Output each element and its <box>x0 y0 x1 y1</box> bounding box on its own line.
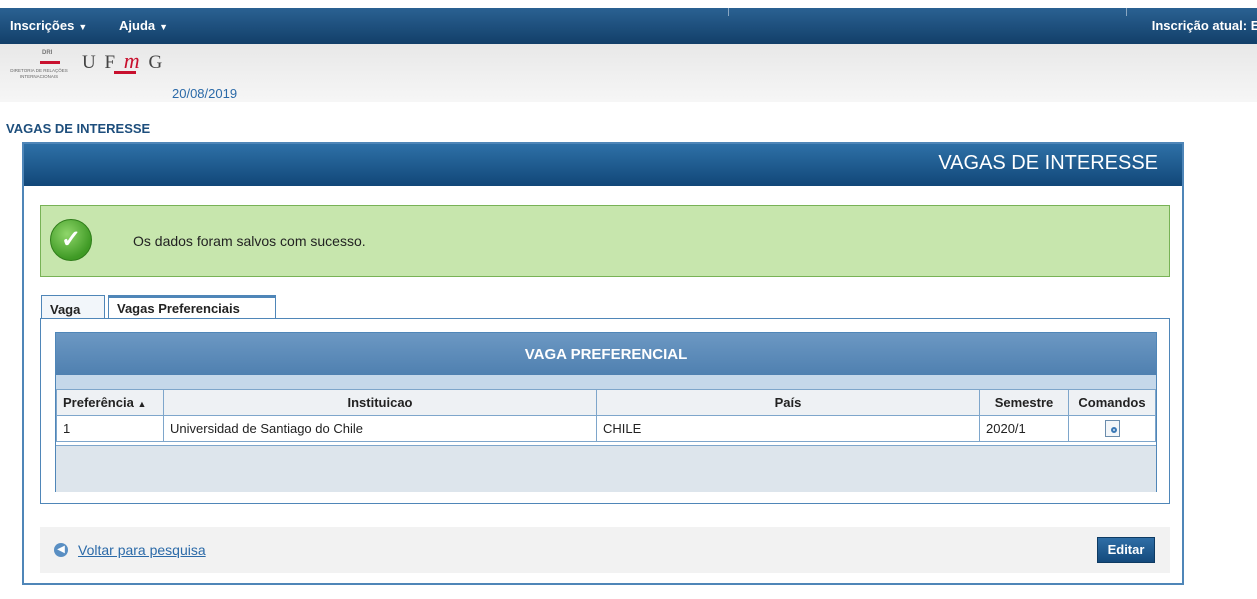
tab-vagas-preferenciais[interactable]: Vagas Preferenciais <box>108 295 276 319</box>
menu-ajuda-label: Ajuda <box>119 18 156 33</box>
current-registration: Inscrição atual: El <box>1151 18 1257 33</box>
edit-button[interactable]: Editar <box>1097 537 1155 563</box>
check-icon: ✓ <box>50 219 92 261</box>
menu-divider <box>728 8 729 16</box>
table-row[interactable]: 1 Universidad de Santiago do Chile CHILE… <box>56 415 1156 442</box>
cell-comandos <box>1068 415 1156 442</box>
menu-divider <box>1126 8 1127 16</box>
site-header: DRI DIRETORIA DE RELAÇÕES INTERNACIONAIS… <box>0 44 1257 102</box>
column-header-comandos: Comandos <box>1068 389 1156 416</box>
column-header-instituicao[interactable]: Instituicao <box>163 389 597 416</box>
column-header-semestre[interactable]: Semestre <box>979 389 1069 416</box>
panel-header: VAGAS DE INTERESSE <box>24 144 1182 186</box>
caret-down-icon: ▼ <box>159 22 169 32</box>
menu-inscricoes[interactable]: Inscrições ▼ <box>10 18 87 33</box>
dri-logo: DRI DIRETORIA DE RELAÇÕES INTERNACIONAIS <box>6 48 72 100</box>
back-to-search-link[interactable]: Voltar para pesquisa <box>78 542 206 558</box>
grid-toolbar <box>56 375 1156 389</box>
top-menu-bar: Inscrições ▼ Ajuda ▼ Inscrição atual: El <box>0 8 1257 44</box>
tab-vaga[interactable]: Vaga <box>41 295 105 319</box>
main-panel: VAGAS DE INTERESSE ✓ Os dados foram salv… <box>22 142 1184 585</box>
preferred-vacancy-grid: VAGA PREFERENCIAL Preferência ▲ Institui… <box>55 332 1157 492</box>
sort-ascending-icon: ▲ <box>137 399 147 409</box>
cell-semestre: 2020/1 <box>979 415 1069 442</box>
view-document-icon[interactable] <box>1104 420 1120 438</box>
dri-logo-text: DIRETORIA DE RELAÇÕES INTERNACIONAIS <box>10 68 68 79</box>
caret-down-icon: ▼ <box>78 22 88 32</box>
vacancy-table: Preferência ▲ Instituicao País Semestre … <box>56 389 1156 442</box>
grid-title: VAGA PREFERENCIAL <box>56 333 1156 375</box>
action-bar: ◀ Voltar para pesquisa Editar <box>40 527 1170 573</box>
success-message-box: ✓ Os dados foram salvos com sucesso. <box>40 205 1170 277</box>
success-message: Os dados foram salvos com sucesso. <box>133 233 366 249</box>
back-arrow-icon[interactable]: ◀ <box>54 543 68 557</box>
page-title: VAGAS DE INTERESSE <box>6 121 151 136</box>
menu-ajuda[interactable]: Ajuda ▼ <box>119 18 168 33</box>
column-header-pais[interactable]: País <box>596 389 980 416</box>
menu-inscricoes-label: Inscrições <box>10 18 75 33</box>
column-header-preferencia[interactable]: Preferência ▲ <box>56 389 164 416</box>
table-header-row: Preferência ▲ Instituicao País Semestre … <box>56 389 1156 416</box>
cell-pais: CHILE <box>596 415 980 442</box>
cell-instituicao: Universidad de Santiago do Chile <box>163 415 597 442</box>
column-header-label: Preferência <box>63 395 134 410</box>
cell-preferencia: 1 <box>56 415 164 442</box>
dri-logo-mark: DRI <box>42 50 53 56</box>
dri-logo-bar <box>40 61 60 64</box>
current-date: 20/08/2019 <box>172 86 238 101</box>
tab-content: VAGA PREFERENCIAL Preferência ▲ Institui… <box>40 318 1170 504</box>
grid-footer <box>56 445 1156 492</box>
ufmg-logo-bar <box>114 71 136 74</box>
panel-title: VAGAS DE INTERESSE <box>938 152 1158 174</box>
